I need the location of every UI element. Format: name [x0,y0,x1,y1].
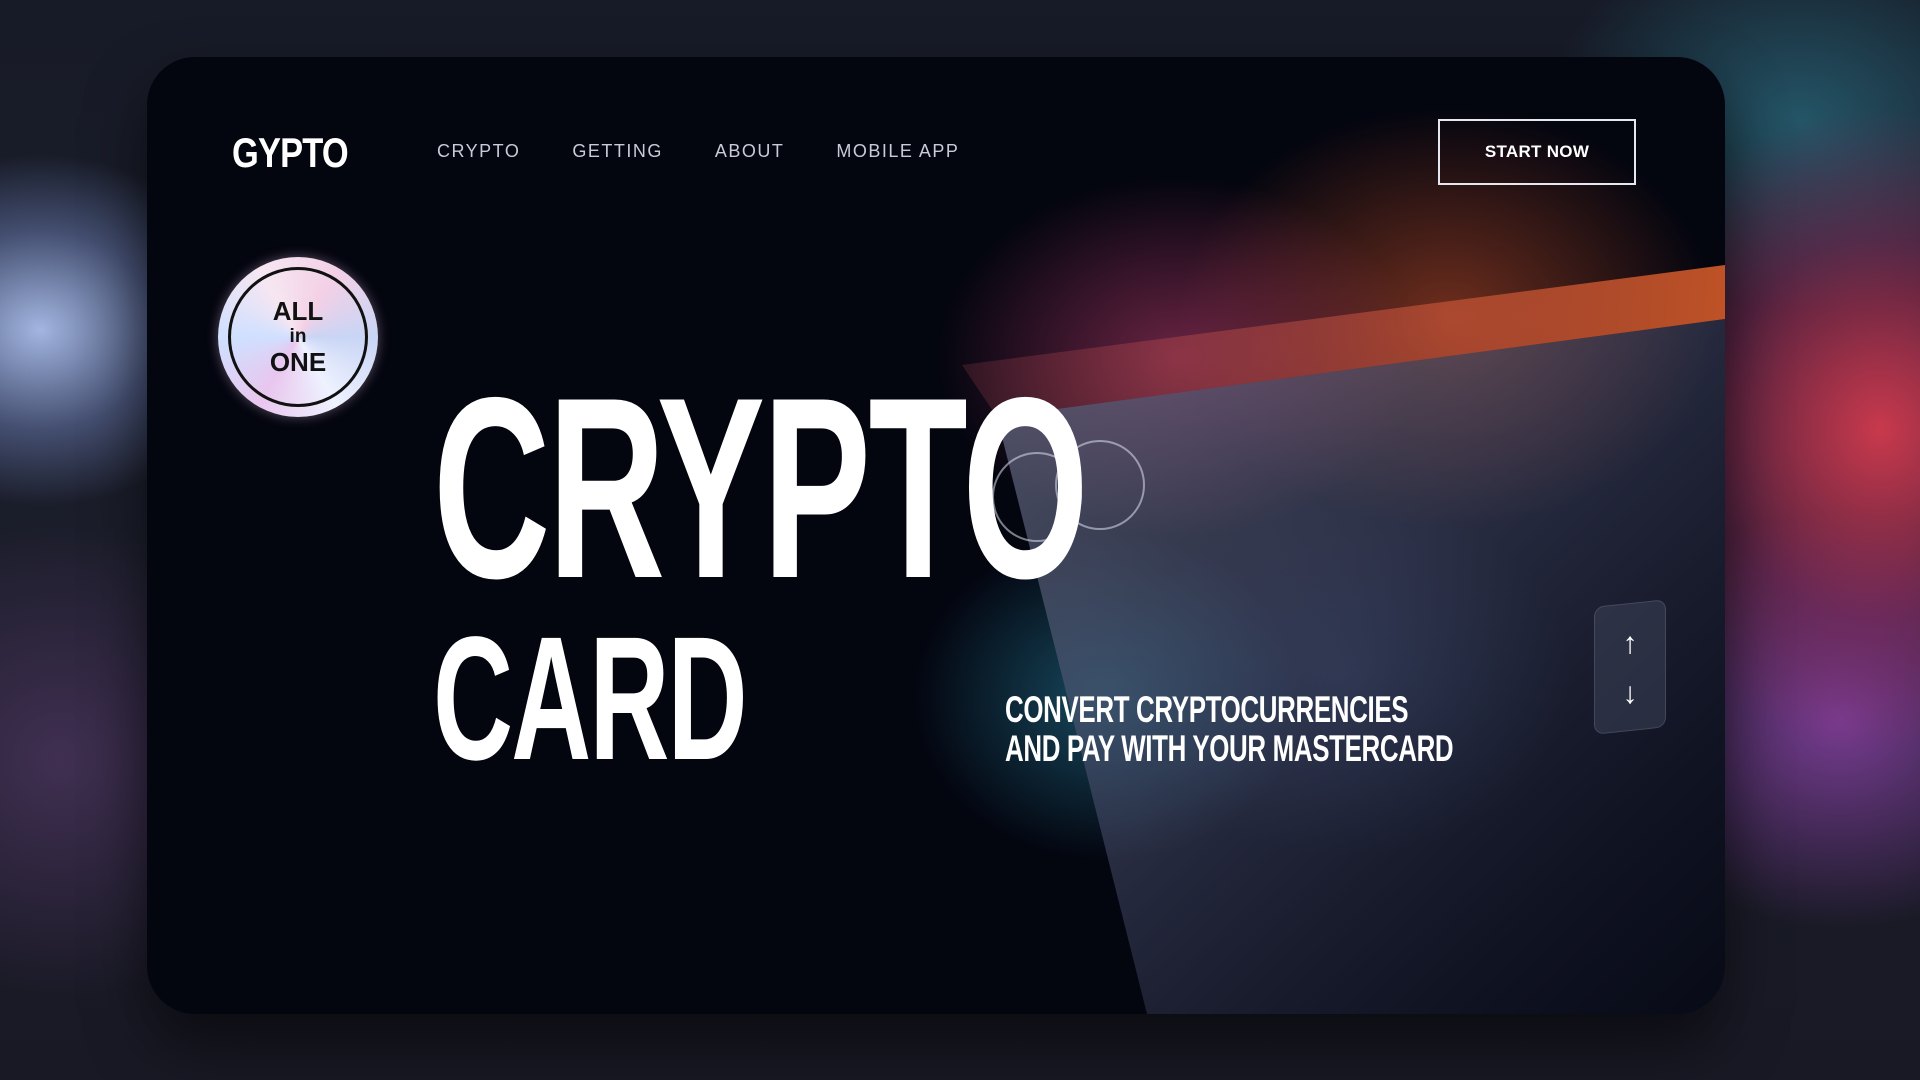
all-in-one-badge: ALL in ONE [218,257,378,417]
main-nav: CRYPTO GETTING ABOUT MOBILE APP [437,141,1011,162]
badge-line-one: ONE [269,346,327,377]
hero-subtitle: CARD [433,601,748,797]
brand-logo[interactable]: GYPTO [232,129,349,177]
badge-line-in: in [289,326,307,348]
scroll-control: ↑ ↓ [1594,599,1666,735]
badge-line-all: ALL [272,295,324,326]
start-now-button[interactable]: START NOW [1438,119,1636,185]
nav-item-getting[interactable]: GETTING [572,141,663,162]
tagline-line-2: AND PAY WITH YOUR MASTERCARD [1005,728,1454,769]
hero-title: CRYPTO [433,343,1089,632]
badge-ring: ALL in ONE [228,267,368,407]
landing-page: GYPTO CRYPTO GETTING ABOUT MOBILE APP ST… [147,57,1725,1014]
tagline-line-1: CONVERT CRYPTOCURRENCIES [1005,689,1409,730]
arrow-up-icon[interactable]: ↑ [1595,624,1665,664]
arrow-down-icon[interactable]: ↓ [1595,674,1665,714]
nav-item-crypto[interactable]: CRYPTO [437,141,520,162]
nav-item-about[interactable]: ABOUT [715,141,785,162]
hero-tagline: CONVERT CRYPTOCURRENCIES AND PAY WITH YO… [1005,689,1454,769]
nav-item-mobile-app[interactable]: MOBILE APP [836,141,959,162]
